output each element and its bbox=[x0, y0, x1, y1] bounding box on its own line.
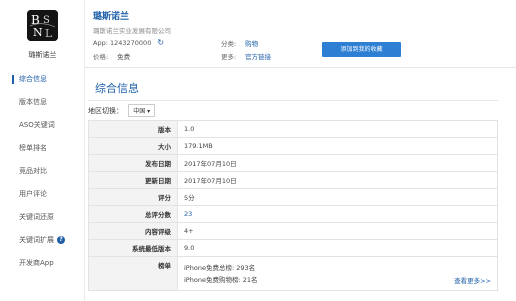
svg-text:L: L bbox=[45, 27, 53, 40]
add-to-favorites-button[interactable]: 添加到我的收藏 bbox=[322, 42, 401, 57]
see-more-link[interactable]: 查看更多>> bbox=[454, 275, 491, 285]
price-row: 价格: 免费 bbox=[93, 51, 130, 61]
app-header: B S N L 璐斯诺兰 璐斯诺兰 璐斯诺兰实业发展有限公司 App: 1243… bbox=[0, 0, 516, 68]
table-row: 内容评级 4+ bbox=[88, 222, 498, 240]
sidebar-item-competitor-compare[interactable]: 竞品对比 bbox=[0, 160, 84, 183]
app-name-label: 璐斯诺兰 bbox=[28, 51, 57, 59]
app-id-row: App: 1243270000 ↻ bbox=[93, 38, 164, 47]
rank-line: iPhone免费总榜: 293名 bbox=[184, 263, 256, 272]
app-id-value: 1243270000 bbox=[109, 39, 152, 47]
row-key: 榜单 bbox=[88, 256, 178, 291]
sidebar-item-keyword-expand[interactable]: 关键词扩展? bbox=[0, 229, 84, 252]
row-value: 179.1MB bbox=[177, 137, 498, 155]
price-value: 免费 bbox=[117, 53, 131, 61]
info-table: 版本 1.0 大小 179.1MB 发布日期 2017年07月10日 更新日期 2017… bbox=[88, 120, 498, 291]
rating-count-link[interactable]: 23 bbox=[184, 210, 192, 218]
row-key: 系统最低版本 bbox=[88, 239, 178, 257]
app-logo: B S N L bbox=[27, 10, 58, 41]
sidebar-item-label: ASO关键词 bbox=[19, 121, 55, 129]
app-title[interactable]: 璐斯诺兰 bbox=[93, 9, 129, 22]
sidebar-item-overview[interactable]: 综合信息 bbox=[0, 68, 84, 91]
row-value: 9.0 bbox=[177, 239, 498, 257]
region-label: 地区切换： bbox=[88, 107, 123, 115]
rank-line: iPhone免费购物榜: 21名 bbox=[184, 275, 258, 284]
sidebar-item-label: 综合信息 bbox=[19, 75, 47, 83]
company-name: 璐斯诺兰实业发展有限公司 bbox=[93, 27, 171, 35]
help-icon[interactable]: ? bbox=[57, 236, 65, 244]
sidebar-item-label: 榜单排名 bbox=[19, 144, 47, 152]
region-switch: 地区切换： 中国 ▾ bbox=[88, 104, 156, 117]
row-key: 更新日期 bbox=[88, 171, 178, 189]
table-row: 总评分数 23 bbox=[88, 205, 498, 223]
row-key: 评分 bbox=[88, 188, 178, 206]
row-value: 1.0 bbox=[177, 120, 498, 138]
sidebar-item-aso-keywords[interactable]: ASO关键词 bbox=[0, 114, 84, 137]
sidebar-item-developer-apps[interactable]: 开发商App bbox=[0, 252, 84, 275]
rank-cell: iPhone免费总榜: 293名 iPhone免费购物榜: 21名 查看更多>> bbox=[177, 256, 498, 291]
table-row: 大小 179.1MB bbox=[88, 137, 498, 155]
sidebar-item-user-reviews[interactable]: 用户评论 bbox=[0, 183, 84, 206]
row-key: 发布日期 bbox=[88, 154, 178, 172]
region-select[interactable]: 中国 ▾ bbox=[128, 104, 156, 117]
price-label: 价格: bbox=[93, 53, 109, 61]
sidebar-item-keyword-restore[interactable]: 关键词还原 bbox=[0, 206, 84, 229]
sidebar: 综合信息 版本信息 ASO关键词 榜单排名 竞品对比 用户评论 关键词还原 关键… bbox=[0, 68, 85, 301]
sidebar-item-label: 用户评论 bbox=[19, 190, 47, 198]
sidebar-item-rankings[interactable]: 榜单排名 bbox=[0, 137, 84, 160]
sidebar-item-label: 关键词还原 bbox=[19, 213, 54, 221]
sidebar-item-label: 版本信息 bbox=[19, 98, 47, 106]
svg-text:N: N bbox=[33, 26, 43, 39]
row-value: 4+ bbox=[177, 222, 498, 240]
section-divider bbox=[88, 100, 498, 101]
chevron-down-icon: ▾ bbox=[147, 108, 151, 115]
sidebar-item-label: 开发商App bbox=[19, 259, 54, 267]
table-row: 系统最低版本 9.0 bbox=[88, 239, 498, 257]
section-title: 综合信息 bbox=[95, 82, 139, 95]
sidebar-item-version-info[interactable]: 版本信息 bbox=[0, 91, 84, 114]
row-value: 5分 bbox=[177, 188, 498, 206]
sidebar-item-label: 竞品对比 bbox=[19, 167, 47, 175]
bsnl-logo-icon: B S N L bbox=[27, 10, 58, 41]
row-key: 内容评级 bbox=[88, 222, 178, 240]
row-key: 大小 bbox=[88, 137, 178, 155]
region-value: 中国 bbox=[133, 108, 146, 115]
category-link[interactable]: 购物 bbox=[245, 40, 258, 48]
table-row: 榜单 iPhone免费总榜: 293名 iPhone免费购物榜: 21名 查看更… bbox=[88, 256, 498, 291]
table-row: 发布日期 2017年07月10日 bbox=[88, 154, 498, 172]
official-link[interactable]: 官方链接 bbox=[245, 53, 271, 61]
more-label: 更多: bbox=[221, 53, 237, 61]
row-value: 2017年07月10日 bbox=[177, 154, 498, 172]
row-key: 总评分数 bbox=[88, 205, 178, 223]
row-value: 23 bbox=[177, 205, 498, 223]
table-row: 版本 1.0 bbox=[88, 120, 498, 138]
category-row: 分类: 购物 bbox=[221, 38, 258, 48]
table-row: 评分 5分 bbox=[88, 188, 498, 206]
row-key: 版本 bbox=[88, 120, 178, 138]
category-label: 分类: bbox=[221, 40, 237, 48]
more-row: 更多: 官方链接 bbox=[221, 51, 271, 61]
app-id-label: App: bbox=[93, 39, 108, 47]
main-content: 综合信息 地区切换： 中国 ▾ 版本 1.0 大小 179.1MB 发布日期 2017… bbox=[85, 68, 516, 301]
row-value: 2017年07月10日 bbox=[177, 171, 498, 189]
refresh-icon[interactable]: ↻ bbox=[157, 38, 164, 47]
table-row: 更新日期 2017年07月10日 bbox=[88, 171, 498, 189]
sidebar-item-label: 关键词扩展 bbox=[19, 236, 54, 244]
logo-area: B S N L 璐斯诺兰 bbox=[0, 0, 85, 68]
